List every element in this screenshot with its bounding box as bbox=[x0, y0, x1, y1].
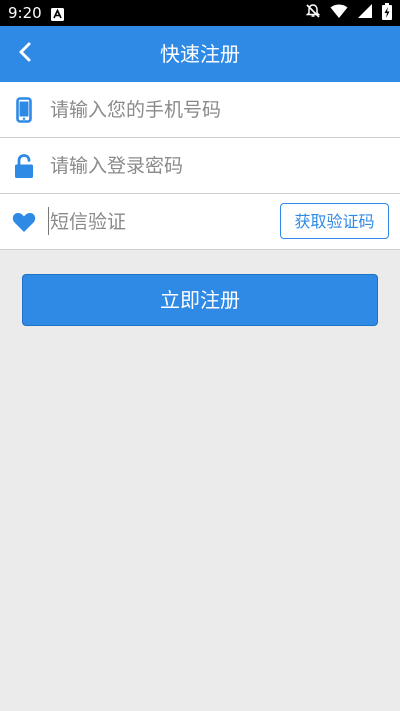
heart-icon bbox=[11, 194, 37, 249]
text-cursor bbox=[48, 207, 49, 235]
sms-row: 获取验证码 bbox=[0, 194, 400, 250]
signal-icon bbox=[357, 3, 373, 23]
get-code-button[interactable]: 获取验证码 bbox=[280, 203, 389, 239]
password-row bbox=[0, 138, 400, 194]
notifications-off-icon bbox=[305, 3, 321, 23]
status-icons bbox=[305, 2, 392, 24]
wifi-icon bbox=[330, 3, 348, 23]
back-button[interactable] bbox=[6, 34, 46, 74]
sms-code-input[interactable] bbox=[50, 194, 265, 249]
status-bar: 9:20 bbox=[0, 0, 400, 26]
battery-charging-icon bbox=[382, 2, 392, 24]
register-button[interactable]: 立即注册 bbox=[22, 274, 378, 326]
a-letter-icon bbox=[51, 6, 64, 21]
phone-icon bbox=[11, 82, 37, 137]
phone-input[interactable] bbox=[50, 82, 380, 137]
password-input[interactable] bbox=[50, 138, 380, 193]
chevron-left-icon bbox=[16, 41, 36, 67]
status-time: 9:20 bbox=[8, 4, 42, 22]
page-title: 快速注册 bbox=[160, 42, 240, 66]
phone-row bbox=[0, 82, 400, 138]
app-bar: 快速注册 bbox=[0, 26, 400, 82]
unlock-icon bbox=[11, 138, 37, 193]
